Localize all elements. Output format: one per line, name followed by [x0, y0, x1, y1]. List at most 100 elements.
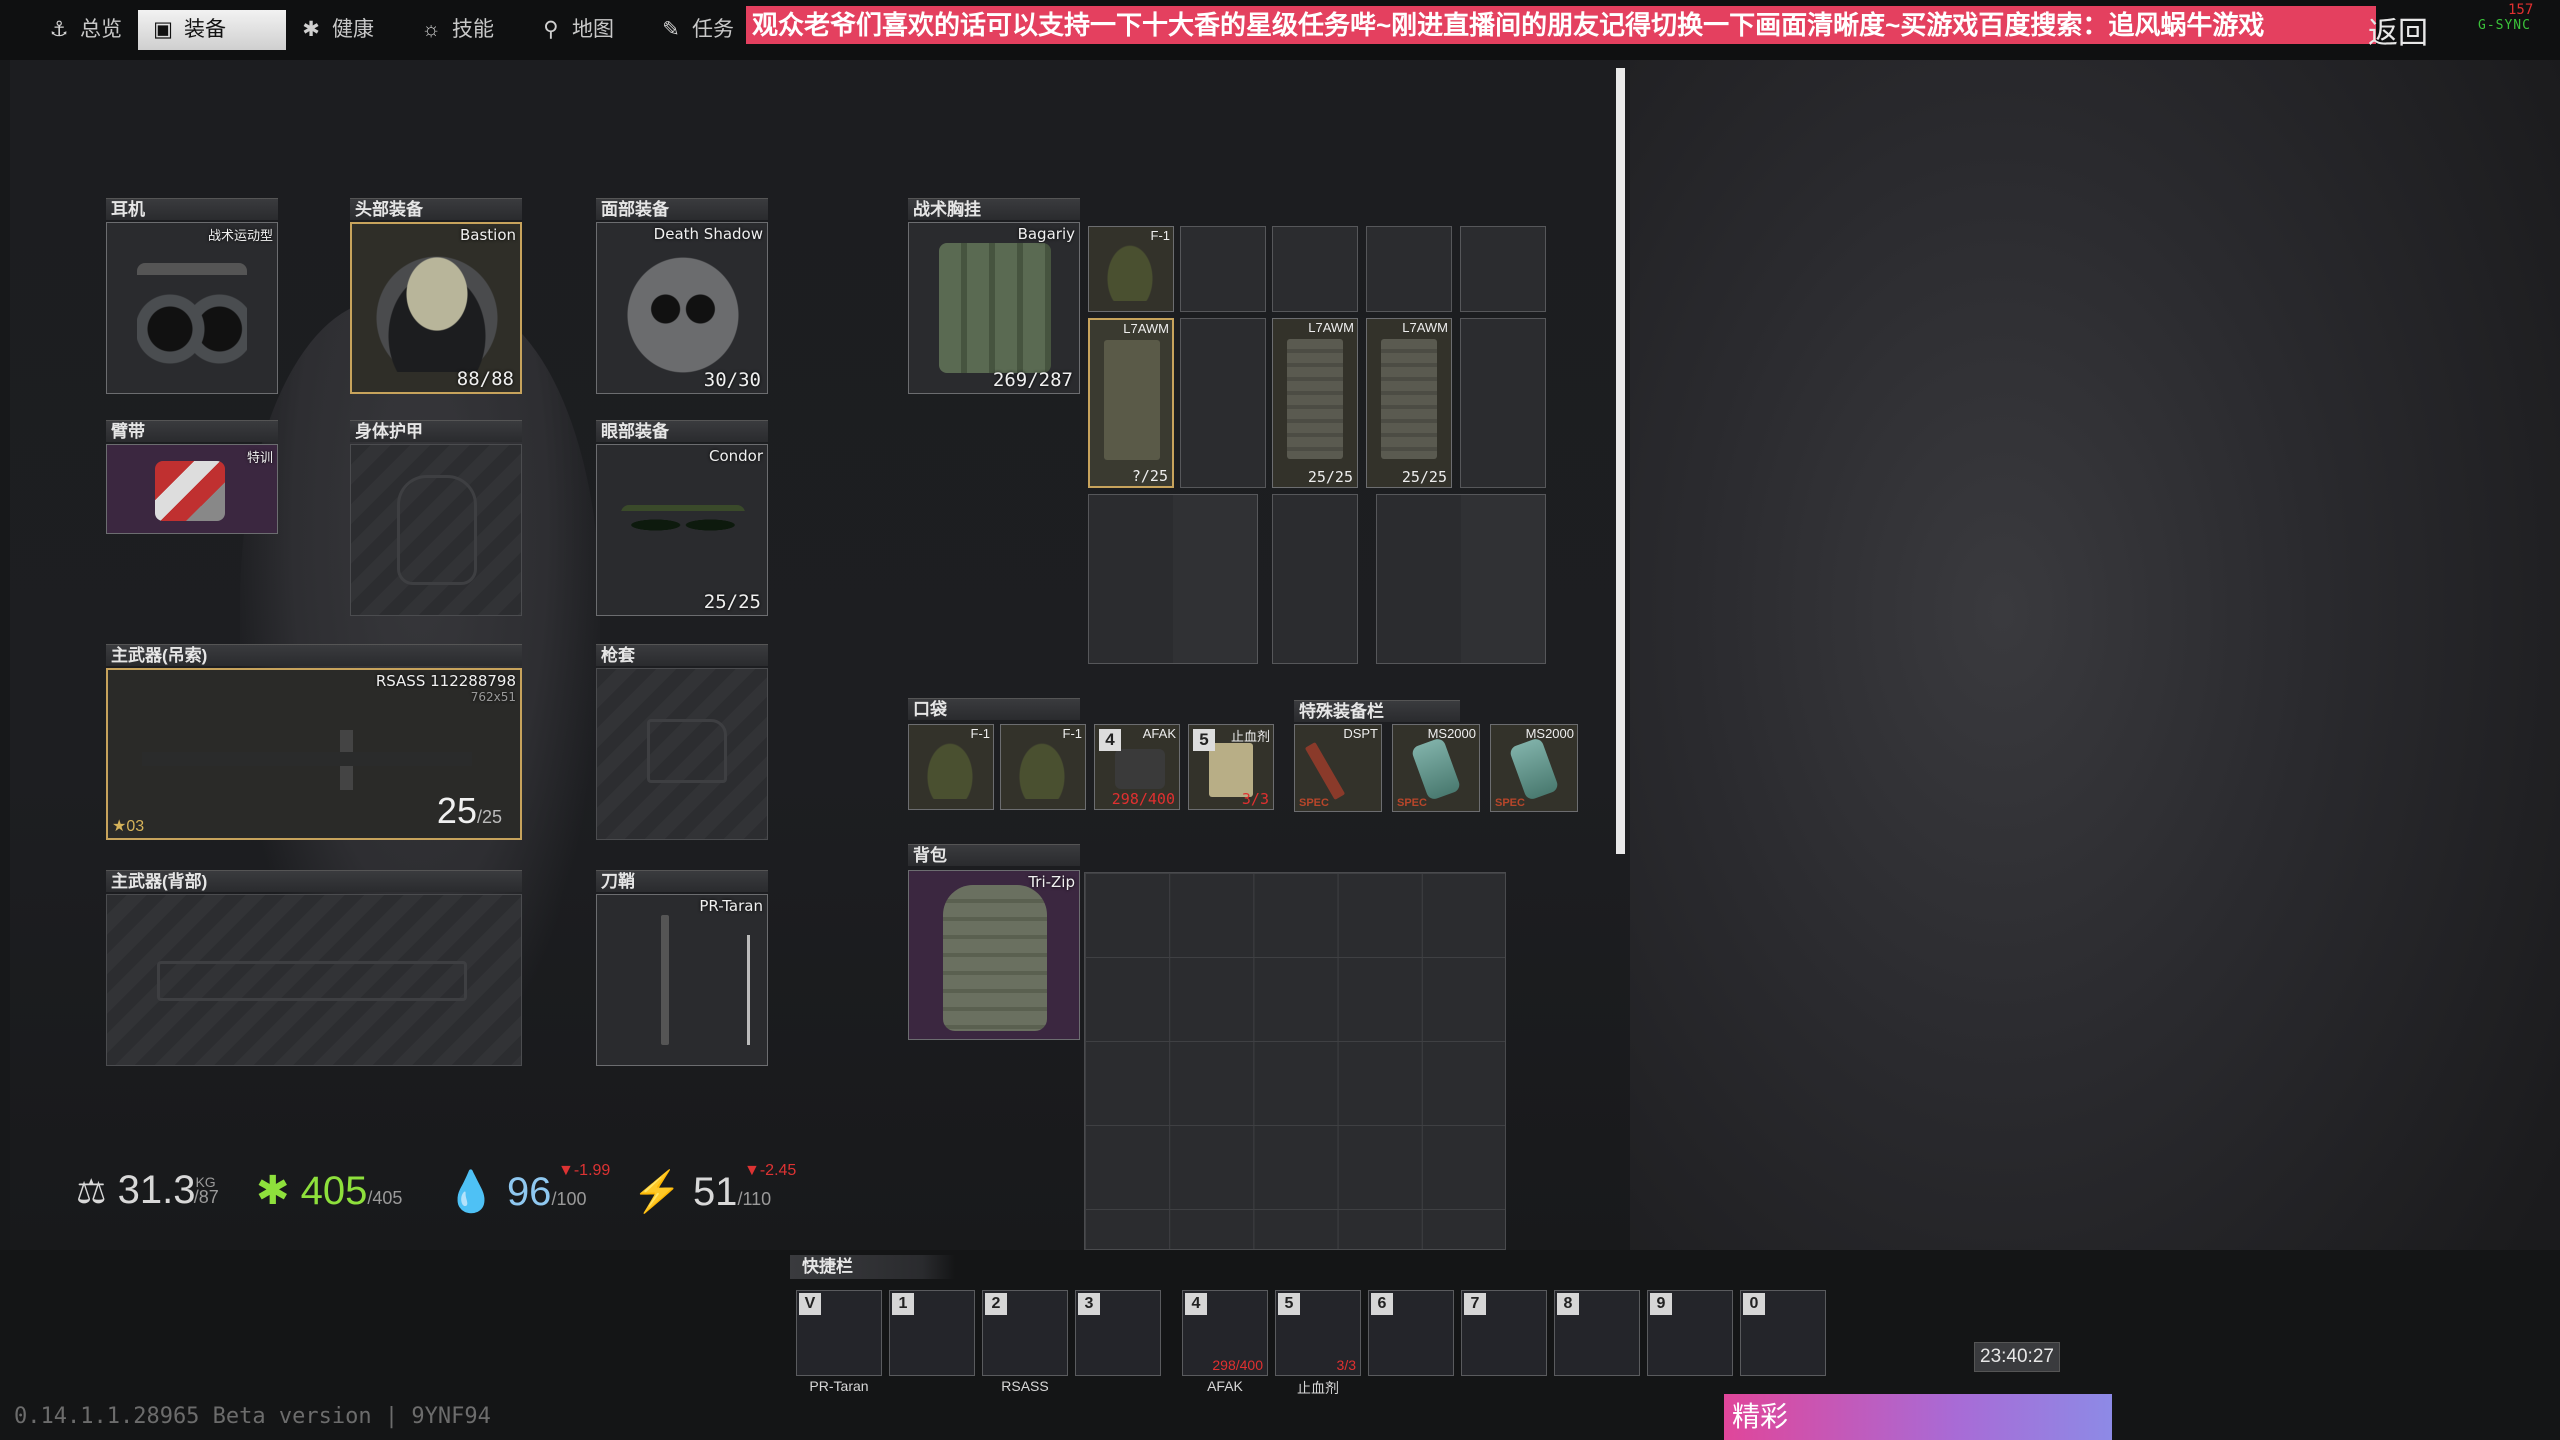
quickbar-slot-8[interactable]: 8	[1554, 1290, 1640, 1376]
rig-cell[interactable]	[1460, 318, 1546, 488]
baton-image	[661, 915, 669, 1045]
tab-gear[interactable]: ▣ 装备	[138, 10, 286, 50]
armor-placeholder-icon	[397, 475, 477, 585]
scabbard-slot[interactable]: PR-Taran	[596, 894, 768, 1066]
armband-slot[interactable]: 特训	[106, 444, 278, 534]
skill-icon: ☼	[421, 18, 441, 41]
pocket-item[interactable]: F-1	[1000, 724, 1086, 810]
tab-health[interactable]: ✱ 健康	[286, 10, 406, 50]
rig-slot-label: 战术胸挂	[908, 198, 1080, 220]
rig-magazine[interactable]: L7AWM ?/25	[1088, 318, 1174, 488]
health-stat: ✱ 405/405	[256, 1169, 403, 1213]
eyewear-slot-label: 眼部装备	[596, 420, 768, 442]
quickbar-item-label: RSASS	[1001, 1378, 1049, 1394]
pocket-item[interactable]: F-1	[908, 724, 994, 810]
quickbar-key: 0	[1743, 1293, 1765, 1315]
quickbar-slot-7[interactable]: 7	[1461, 1290, 1547, 1376]
primary-back-slot[interactable]	[106, 894, 522, 1066]
rig-slot[interactable]: Bagariy 269/287	[908, 222, 1080, 394]
baton-edge	[747, 935, 750, 1045]
quickbar-key: 6	[1371, 1293, 1393, 1315]
armor-slot-label: 身体护甲	[350, 420, 522, 442]
backpack-slot-label: 背包	[908, 844, 1080, 866]
task-icon: ✎	[662, 18, 680, 41]
quickbar-slot-2[interactable]: 2	[982, 1290, 1068, 1376]
earpiece-slot-label: 耳机	[106, 198, 278, 220]
quickbar-slot-1[interactable]: 1	[889, 1290, 975, 1376]
quickbar-count: 3/3	[1336, 1357, 1356, 1373]
tab-overview[interactable]: ⚓ 总览	[34, 10, 134, 50]
quickbar-key: 9	[1650, 1293, 1672, 1315]
scabbard-slot-label: 刀鞘	[596, 870, 768, 892]
backpack-image	[943, 885, 1047, 1031]
medkit-image	[1115, 749, 1165, 789]
grenade-image	[1107, 245, 1153, 301]
rig-magazine[interactable]: L7AWM 25/25	[1366, 318, 1452, 488]
rig-cell[interactable]	[1180, 318, 1266, 488]
rig-cell[interactable]	[1272, 494, 1358, 664]
grenade-image	[1019, 743, 1065, 799]
pistol-placeholder-icon	[647, 719, 727, 783]
pocket-item[interactable]: 4 AFAK 298/400	[1094, 724, 1180, 810]
backpack-grid[interactable]	[1084, 872, 1506, 1250]
headwear-slot-label: 头部装备	[350, 198, 522, 220]
armor-slot[interactable]	[350, 444, 522, 616]
top-nav: ⚓ 总览 ▣ 装备 ✱ 健康 ☼ 技能 ⚲ 地图 ✎ 任务 观众老爷们喜欢的话可以支持一下十…	[0, 0, 2560, 60]
primary-back-label: 主武器(背部)	[106, 870, 522, 892]
rig-cell-large[interactable]	[1376, 494, 1546, 664]
quickbar-slot-9[interactable]: 9	[1647, 1290, 1733, 1376]
quickbar-key: 1	[892, 1293, 914, 1315]
anchor-icon: ⚓	[49, 18, 69, 41]
quickbar-count: 298/400	[1212, 1357, 1263, 1373]
rig-cell[interactable]	[1180, 226, 1266, 312]
hemostat-image	[1209, 743, 1253, 797]
special-slot-item[interactable]: MS2000 SPEC	[1490, 724, 1578, 812]
quickbar-slot-3[interactable]: 3	[1075, 1290, 1161, 1376]
quickbar-slot-0[interactable]: 0	[1740, 1290, 1826, 1376]
rig-cell-large[interactable]	[1088, 494, 1258, 664]
special-slots-label: 特殊装备栏	[1294, 700, 1460, 722]
earpiece-slot[interactable]: 战术运动型	[106, 222, 278, 394]
helmet-image	[372, 252, 502, 372]
special-slot-item[interactable]: MS2000 SPEC	[1392, 724, 1480, 812]
stream-banner: 观众老爷们喜欢的话可以支持一下十大香的星级任务哔~刚进直播间的朋友记得切换一下画…	[746, 6, 2376, 44]
magazine-image	[1104, 340, 1160, 460]
quickbar-slot-4[interactable]: 4 298/400	[1182, 1290, 1268, 1376]
primary-sling-slot[interactable]: RSASS 112288798 762x51 25/25 ★03	[106, 668, 522, 840]
tab-map[interactable]: ⚲ 地图	[526, 10, 646, 50]
quickbar-item-label: PR-Taran	[809, 1378, 869, 1394]
quickbar-slot-V[interactable]: V	[796, 1290, 882, 1376]
special-slot-item[interactable]: DSPT SPEC	[1294, 724, 1382, 812]
marker-image	[1410, 736, 1462, 802]
magazine-image	[1381, 339, 1437, 459]
star-icon: ★	[112, 818, 127, 835]
tab-skills[interactable]: ☼ 技能	[406, 10, 526, 50]
headwear-slot[interactable]: Bastion 88/88	[350, 222, 522, 394]
quickbar-slot-6[interactable]: 6	[1368, 1290, 1454, 1376]
face-slot-label: 面部装备	[596, 198, 768, 220]
rifle-placeholder-icon	[157, 961, 467, 1001]
rig-cell[interactable]	[1460, 226, 1546, 312]
quickbar-key: 8	[1557, 1293, 1579, 1315]
version-label: 0.14.1.1.28965 Beta version | 9YNF94	[14, 1404, 491, 1429]
primary-sling-label: 主武器(吊索)	[106, 644, 522, 666]
rig-magazine[interactable]: L7AWM 25/25	[1272, 318, 1358, 488]
stream-overlay-bar: 精彩	[1724, 1394, 2112, 1440]
backpack-slot[interactable]: Tri-Zip	[908, 870, 1080, 1040]
face-slot[interactable]: Death Shadow 30/30	[596, 222, 768, 394]
ammo-count: 25/25	[436, 790, 502, 831]
pocket-item[interactable]: 5 止血剂 3/3	[1188, 724, 1274, 810]
rig-cell[interactable]	[1366, 226, 1452, 312]
panel-scrollbar[interactable]	[1616, 68, 1625, 854]
armband-image	[155, 461, 225, 521]
eyewear-slot[interactable]: Condor 25/25	[596, 444, 768, 616]
holster-slot[interactable]	[596, 668, 768, 840]
quickbar-slot-5[interactable]: 5 3/3	[1275, 1290, 1361, 1376]
rig-cell[interactable]	[1272, 226, 1358, 312]
rifle-image	[142, 730, 472, 790]
fps-counter: 157	[2508, 2, 2534, 18]
quickbar-key: 3	[1078, 1293, 1100, 1315]
back-button[interactable]: 返回	[2368, 8, 2428, 52]
rig-cell-grenade[interactable]: F-1	[1088, 226, 1174, 312]
tab-tasks[interactable]: ✎ 任务	[646, 10, 746, 50]
